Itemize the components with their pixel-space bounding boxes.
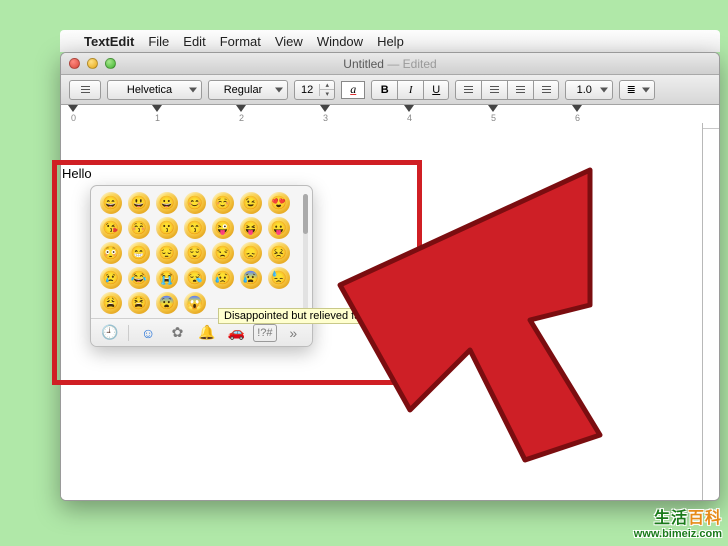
emoji-item[interactable]: 😳 (100, 242, 122, 264)
emoji-item[interactable]: 😣 (268, 242, 290, 264)
emoji-item[interactable]: 😫 (128, 292, 150, 314)
emoji-item[interactable]: 😊 (184, 192, 206, 214)
app-name[interactable]: TextEdit (84, 34, 134, 49)
emoji-item[interactable]: 😰 (240, 267, 262, 289)
font-style-select[interactable]: Regular (208, 80, 288, 100)
size-down-icon[interactable]: ▾ (320, 90, 334, 98)
emoji-item[interactable]: 😛 (268, 217, 290, 239)
line-spacing-select[interactable]: 1.0 (565, 80, 613, 100)
menu-help[interactable]: Help (377, 34, 404, 49)
emoji-item[interactable]: 😥 (212, 267, 234, 289)
font-family-select[interactable]: Helvetica (107, 80, 202, 100)
emoji-item[interactable]: 😓 (268, 267, 290, 289)
scrollbar-thumb[interactable] (303, 194, 308, 234)
text-color-swatch[interactable]: a (341, 81, 365, 99)
emoji-grid: 😄 😃 😀 😊 ☺️ 😉 😍 😘 😚 😗 😙 😜 😝 😛 😳 😁 😔 😌 😒 😞… (100, 192, 308, 314)
ruler-mark: 2 (239, 113, 244, 123)
bold-button[interactable]: B (371, 80, 397, 100)
objects-tab-icon[interactable]: 🔔 (194, 322, 219, 344)
ruler-mark: 6 (575, 113, 580, 123)
document-text[interactable]: Hello (62, 166, 92, 181)
emoji-item[interactable]: 😘 (100, 217, 122, 239)
travel-tab-icon[interactable]: 🚗 (224, 322, 249, 344)
emoji-item[interactable]: 😔 (156, 242, 178, 264)
menu-file[interactable]: File (148, 34, 169, 49)
emoji-item[interactable]: 😂 (128, 267, 150, 289)
align-center-button[interactable] (481, 80, 507, 100)
recent-tab-icon[interactable]: 🕘 (97, 322, 122, 344)
ruler-tab[interactable] (404, 105, 414, 112)
watermark: 生活百科 www.bimeiz.com (634, 510, 722, 540)
menu-edit[interactable]: Edit (183, 34, 205, 49)
divider (128, 325, 129, 341)
font-size-stepper[interactable]: 12 ▴▾ (294, 80, 335, 100)
italic-button[interactable]: I (397, 80, 423, 100)
size-up-icon[interactable]: ▴ (320, 81, 334, 90)
emoji-item[interactable]: 😃 (128, 192, 150, 214)
emoji-item[interactable]: 😙 (184, 217, 206, 239)
ruler-tab[interactable] (68, 105, 78, 112)
emoji-item[interactable]: 😜 (212, 217, 234, 239)
menu-window[interactable]: Window (317, 34, 363, 49)
ruler-tab[interactable] (572, 105, 582, 112)
emoji-item[interactable]: 😄 (100, 192, 122, 214)
emoji-item[interactable]: 😁 (128, 242, 150, 264)
emoji-item[interactable]: 😗 (156, 217, 178, 239)
nature-tab-icon[interactable]: ✿ (165, 322, 190, 344)
ruler-tab[interactable] (488, 105, 498, 112)
ruler-mark: 0 (71, 113, 76, 123)
emoji-item[interactable]: 😉 (240, 192, 262, 214)
document-state: — Edited (387, 57, 436, 71)
underline-button[interactable]: U (423, 80, 449, 100)
emoji-scroll-area[interactable]: 😄 😃 😀 😊 ☺️ 😉 😍 😘 😚 😗 😙 😜 😝 😛 😳 😁 😔 😌 😒 😞… (91, 186, 312, 318)
emoji-item[interactable]: 😨 (156, 292, 178, 314)
align-left-button[interactable] (455, 80, 481, 100)
document-name: Untitled (343, 57, 384, 71)
emoji-item[interactable]: 😞 (240, 242, 262, 264)
toolbar: Helvetica Regular 12 ▴▾ a B I U 1.0 ≣ (61, 75, 719, 105)
list-style-select[interactable]: ≣ (619, 80, 655, 100)
ruler-tab[interactable] (236, 105, 246, 112)
emoji-item[interactable]: 😭 (156, 267, 178, 289)
ruler-mark: 1 (155, 113, 160, 123)
ruler-mark: 5 (491, 113, 496, 123)
symbols-tab-icon[interactable]: !?# (253, 324, 277, 342)
emoji-item[interactable]: 😩 (100, 292, 122, 314)
emoji-item[interactable]: 😀 (156, 192, 178, 214)
emoji-item[interactable]: 😱 (184, 292, 206, 314)
emoji-item[interactable]: 😪 (184, 267, 206, 289)
emoji-item[interactable]: 😝 (240, 217, 262, 239)
emoji-item[interactable]: 😚 (128, 217, 150, 239)
align-right-button[interactable] (507, 80, 533, 100)
emoji-item[interactable]: 😢 (100, 267, 122, 289)
titlebar[interactable]: Untitled — Edited (61, 53, 719, 75)
font-style-group: B I U (371, 80, 449, 100)
styles-button[interactable] (69, 80, 101, 100)
menu-format[interactable]: Format (220, 34, 261, 49)
emoji-item[interactable]: 😍 (268, 192, 290, 214)
align-justify-button[interactable] (533, 80, 559, 100)
emoji-item[interactable]: ☺️ (212, 192, 234, 214)
emoji-tooltip: Disappointed but relieved face (218, 308, 378, 324)
menu-view[interactable]: View (275, 34, 303, 49)
window-title: Untitled — Edited (61, 57, 719, 71)
ruler-tab[interactable] (152, 105, 162, 112)
menubar: TextEdit File Edit Format View Window He… (60, 30, 720, 52)
more-tab-icon[interactable]: » (281, 322, 306, 344)
smileys-tab-icon[interactable]: ☺ (135, 322, 160, 344)
align-group (455, 80, 559, 100)
ruler-mark: 4 (407, 113, 412, 123)
ruler-mark: 3 (323, 113, 328, 123)
emoji-item[interactable]: 😒 (212, 242, 234, 264)
ruler-tab[interactable] (320, 105, 330, 112)
emoji-item[interactable]: 😌 (184, 242, 206, 264)
